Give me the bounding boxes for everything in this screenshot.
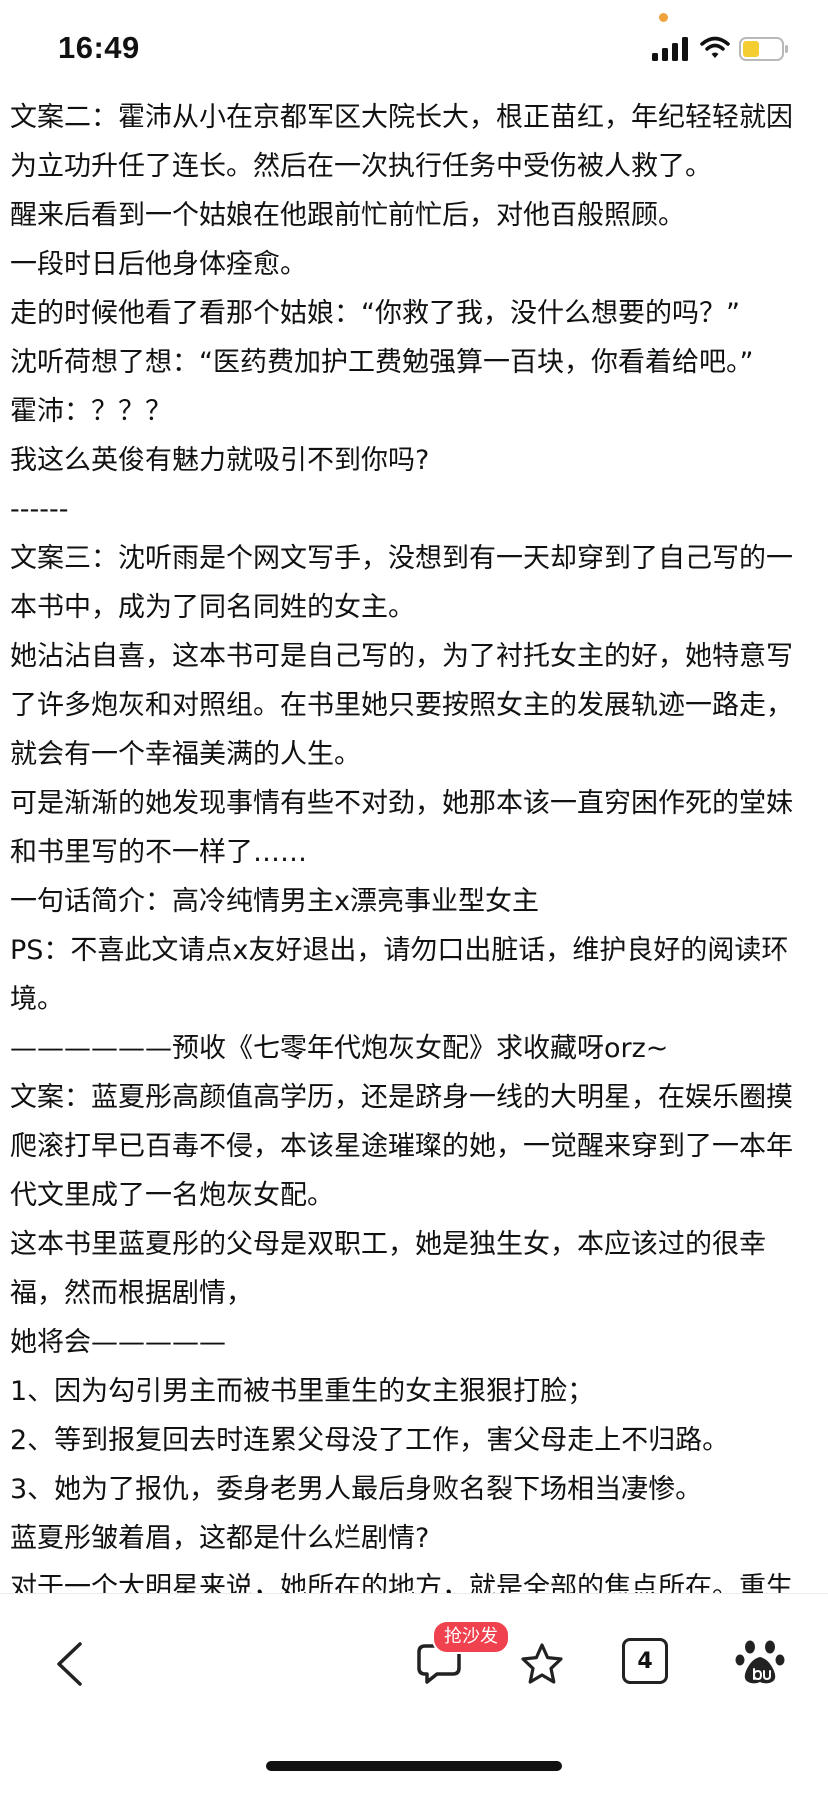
text-line: 这本书里蓝夏彤的父母是双职工，她是独生女，本应该过的很幸 xyxy=(10,1229,766,1260)
text-line: 福，然而根据剧情， xyxy=(10,1278,253,1309)
text-line: ——————预收《七零年代炮灰女配》求收藏呀orz~ xyxy=(10,1033,669,1064)
favorite-button[interactable] xyxy=(512,1634,572,1694)
text-line: 和书里写的不一样了…… xyxy=(10,837,307,868)
text-line: PS：不喜此文请点x友好退出，请勿口出脏话，维护良好的阅读环 xyxy=(10,935,789,966)
text-line: 3、她为了报仇，委身老男人最后身败名裂下场相当凄惨。 xyxy=(10,1474,703,1505)
text-line: 她沾沾自喜，这本书可是自己写的，为了衬托女主的好，她特意写 xyxy=(10,641,793,672)
status-bar: 16:49 xyxy=(0,0,828,90)
text-line: 蓝夏彤皱着眉，这都是什么烂剧情? xyxy=(10,1523,430,1554)
article-text: 文案二：霍沛从小在京都军区大院长大，根正苗红，年纪轻轻就因 为立功升任了连长。然后… xyxy=(10,93,818,1593)
text-line: 醒来后看到一个姑娘在他跟前忙前忙后，对他百般照顾。 xyxy=(10,200,685,231)
text-line: 走的时候他看了看那个姑娘：“你救了我，没什么想要的吗？” xyxy=(10,298,740,329)
text-line: 代文里成了一名炮灰女配。 xyxy=(10,1180,334,1211)
text-line: 本书中，成为了同名同姓的女主。 xyxy=(10,592,415,623)
recording-indicator-dot xyxy=(659,13,668,22)
text-line: 境。 xyxy=(10,984,64,1015)
text-line: 2、等到报复回去时连累父母没了工作，害父母走上不归路。 xyxy=(10,1425,730,1456)
baidu-paw-icon xyxy=(735,1640,785,1684)
text-line: 对于一个大明星来说，她所在的地方，就是全部的焦点所在。重生 xyxy=(10,1572,793,1593)
star-icon xyxy=(521,1643,563,1684)
sofa-badge[interactable]: 抢沙发 xyxy=(432,1620,510,1654)
text-line: 为立功升任了连长。然后在一次执行任务中受伤被人救了。 xyxy=(10,151,712,182)
text-line: 我这么英俊有魅力就吸引不到你吗? xyxy=(10,445,430,476)
baidu-button[interactable] xyxy=(730,1632,792,1694)
tab-count: 4 xyxy=(637,1648,653,1674)
text-line: 文案二：霍沛从小在京都军区大院长大，根正苗红，年纪轻轻就因 xyxy=(10,102,793,133)
battery-icon xyxy=(739,37,788,61)
text-line: 1、因为勾引男主而被书里重生的女主狠狠打脸； xyxy=(10,1376,595,1407)
bottom-toolbar: 抢沙发 4 xyxy=(0,1593,828,1793)
text-line: 她将会————— xyxy=(10,1327,226,1358)
text-line: 一段时日后他身体痊愈。 xyxy=(10,249,307,280)
text-line: 沈听荷想了想：“医药费加护工费勉强算一百块，你看着给吧。” xyxy=(10,347,754,378)
chevron-left-icon xyxy=(57,1642,82,1686)
text-line: 文案：蓝夏彤高颜值高学历，还是跻身一线的大明星，在娱乐圈摸 xyxy=(10,1082,793,1113)
text-line: 了许多炮灰和对照组。在书里她只要按照女主的发展轨迹一路走， xyxy=(10,690,793,721)
cellular-signal-icon xyxy=(652,37,688,61)
text-line: 爬滚打早已百毒不侵，本该星途璀璨的她，一觉醒来穿到了一本年 xyxy=(10,1131,793,1162)
wifi-icon xyxy=(700,36,730,58)
text-line: 就会有一个幸福美满的人生。 xyxy=(10,739,361,770)
text-line: 霍沛：？？？ xyxy=(10,396,172,427)
text-line: 一句话简介：高冷纯情男主x漂亮事业型女主 xyxy=(10,886,539,917)
status-time: 16:49 xyxy=(58,30,140,65)
text-line: ------ xyxy=(10,494,69,525)
back-button[interactable] xyxy=(44,1634,94,1694)
text-line: 可是渐渐的她发现事情有些不对劲，她那本该一直穷困作死的堂妹 xyxy=(10,788,793,819)
home-indicator xyxy=(266,1761,562,1771)
tabs-button[interactable]: 4 xyxy=(622,1638,668,1684)
text-line: 文案三：沈听雨是个网文写手，没想到有一天却穿到了自己写的一 xyxy=(10,543,793,574)
